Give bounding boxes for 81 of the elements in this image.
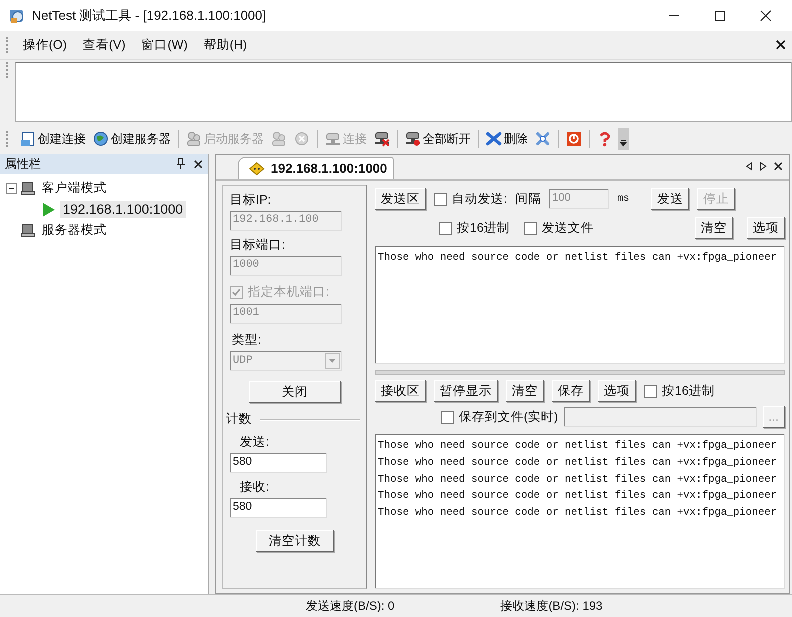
close-icon[interactable]	[760, 10, 772, 22]
check-icon	[232, 288, 241, 297]
field-label: 间隔	[515, 190, 542, 208]
field-label: 接收:	[239, 479, 270, 495]
receive-button[interactable]: 清空	[506, 380, 544, 402]
receive-speed: 接收速度(B/S): 193	[500, 598, 603, 614]
checkbox-label: 保存到文件(实时)	[459, 408, 558, 426]
send-area-button[interactable]: 发送区	[375, 188, 426, 210]
close-icon[interactable]	[194, 160, 203, 168]
computer-icon	[21, 224, 35, 238]
computer-icon	[21, 182, 35, 196]
count-field[interactable]: 580	[230, 498, 327, 518]
pin-icon[interactable]	[176, 158, 186, 170]
unit-label: ms	[617, 194, 630, 204]
text-line: Those who need source code or netlist files can +vx:fpga_pioneer	[378, 506, 778, 522]
clear-button[interactable]: 清空	[695, 217, 733, 239]
receive-button[interactable]: 选项	[598, 380, 636, 402]
checkbox-label: 按16进制	[457, 220, 510, 236]
dropdown-value: UDP	[233, 355, 253, 367]
maximize-icon[interactable]	[714, 10, 726, 22]
field-label: 发送:	[239, 434, 270, 450]
menu-item[interactable]: 窗口(W)	[134, 34, 196, 56]
play-icon	[42, 202, 56, 218]
toolbar-button[interactable]: 全部断开	[403, 130, 473, 148]
text-line: Those who need source code or netlist files can +vx:fpga_pioneer	[378, 456, 778, 471]
checkbox-label: 按16进制	[662, 382, 715, 400]
checkbox-label: 指定本机端口:	[248, 284, 330, 301]
receive-button[interactable]: 暂停显示	[434, 380, 498, 402]
text-line: Those who need source code or netlist files can +vx:fpga_pioneer	[378, 472, 778, 488]
scroll-right-icon[interactable]	[760, 162, 767, 171]
menu-item[interactable]: 操作(O)	[15, 34, 76, 56]
receive-button[interactable]: 保存	[552, 380, 590, 402]
field-label: 目标IP:	[230, 192, 272, 208]
power-icon[interactable]	[566, 131, 582, 147]
network-icon[interactable]	[374, 131, 390, 147]
scroll-left-icon[interactable]	[746, 162, 753, 171]
checkbox[interactable]	[644, 384, 657, 398]
close-button[interactable]: 关闭	[249, 381, 341, 403]
users-icon	[186, 131, 202, 147]
tree-item[interactable]: 192.168.1.100:1000	[60, 201, 186, 218]
toolbar-button[interactable]: 删除	[484, 130, 530, 148]
checkbox[interactable]	[441, 410, 454, 424]
delete-icon	[486, 131, 502, 147]
clear-count-button[interactable]: 清空计数	[256, 530, 334, 552]
collapse-icon[interactable]	[6, 183, 17, 194]
checkbox-label: 发送文件	[542, 220, 594, 236]
toolbar-button[interactable]: 创建连接	[18, 130, 88, 148]
help-icon[interactable]	[597, 131, 613, 147]
menu-item[interactable]: 查看(V)	[75, 34, 134, 56]
network-icon	[405, 131, 421, 147]
warning-icon	[249, 162, 265, 176]
send-button[interactable]: 发送	[651, 188, 690, 210]
text-line: Those who need source code or netlist files can +vx:fpga_pioneer	[378, 439, 778, 454]
panel-title: 属性栏	[5, 156, 42, 172]
network-icon	[325, 131, 341, 147]
checkbox[interactable]	[524, 222, 537, 234]
menu-item[interactable]: 帮助(H)	[196, 34, 256, 56]
document-icon	[20, 131, 36, 147]
checkbox-label: 自动发送:	[452, 190, 508, 208]
text-line: Those who need source code or netlist files can +vx:fpga_pioneer	[378, 489, 778, 504]
send-text-area[interactable]: Those who need source code or netlist files can +vx:fpga_pioneer	[375, 246, 785, 364]
window-title: NetTest 测试工具 - [192.168.1.100:1000]	[32, 6, 266, 24]
checkbox[interactable]	[434, 192, 447, 206]
receive-text-area[interactable]	[375, 434, 785, 589]
count-field[interactable]: 580	[230, 453, 327, 473]
text-line: Those who need source code or netlist files can +vx:fpga_pioneer	[378, 251, 778, 266]
tree-item[interactable]: 客户端模式	[39, 179, 110, 198]
group-title: 计数	[226, 411, 252, 428]
toolbar-button[interactable]: 创建服务器	[91, 130, 173, 148]
tab[interactable]: 192.168.1.100:1000	[238, 157, 394, 179]
globe-icon	[93, 131, 109, 147]
receive-button[interactable]: 接收区	[375, 380, 426, 402]
send-speed: 发送速度(B/S): 0	[306, 598, 395, 614]
field-label: 目标端口:	[230, 237, 286, 253]
field-label: 类型:	[231, 332, 262, 348]
checkbox[interactable]	[439, 222, 452, 234]
overflow-icon[interactable]	[618, 128, 629, 150]
tree-item[interactable]: 服务器模式	[39, 221, 110, 240]
close-icon[interactable]	[776, 40, 786, 50]
close-icon[interactable]	[774, 162, 783, 171]
options-button[interactable]: 选项	[747, 217, 785, 239]
